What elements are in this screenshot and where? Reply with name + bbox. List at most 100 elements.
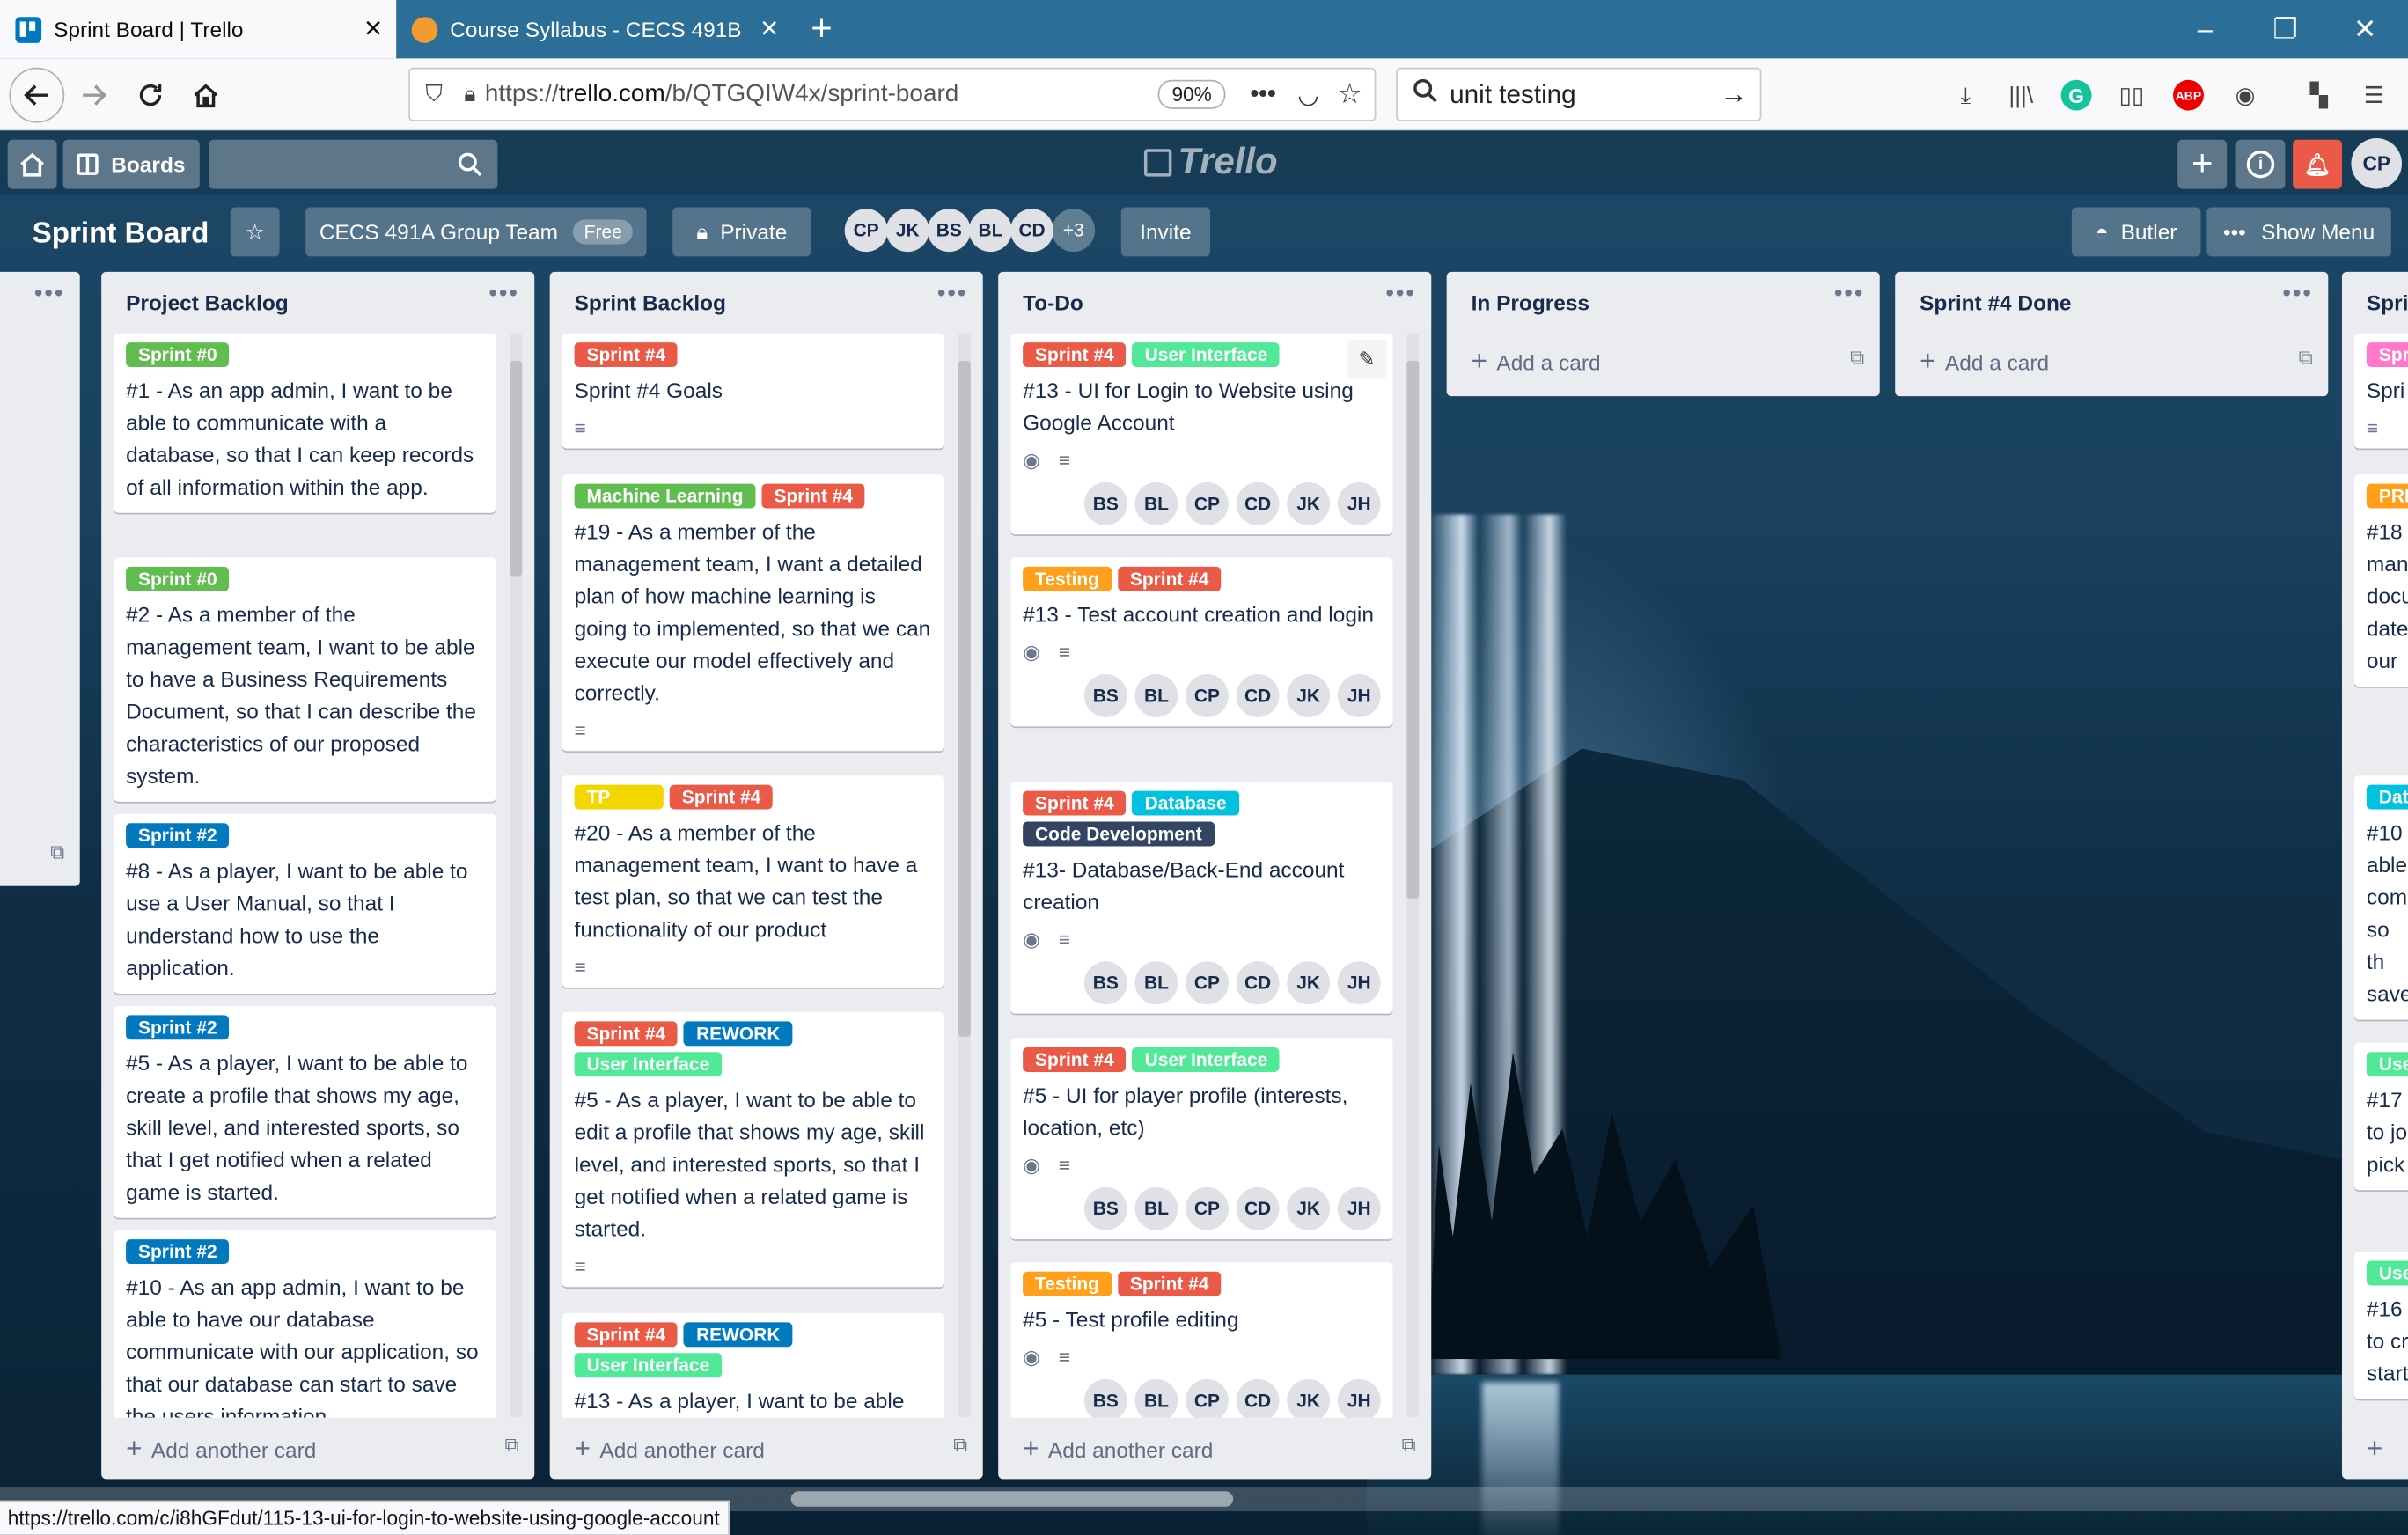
card-label[interactable]: Sprint #2: [126, 1239, 230, 1265]
card-label[interactable]: REWORK: [684, 1021, 793, 1047]
user-avatar[interactable]: CP: [2351, 138, 2403, 189]
card-label[interactable]: TP: [574, 784, 664, 810]
card[interactable]: Sprint #2 #5 - As a player, I want to be…: [114, 1005, 496, 1218]
list-menu-icon[interactable]: •••: [488, 281, 519, 308]
card[interactable]: Sprint #2 #8 - As a player, I want to be…: [114, 813, 496, 994]
list-menu-icon[interactable]: •••: [2282, 281, 2313, 308]
card[interactable]: Sprint #4 User Interface #5 - UI for play…: [1010, 1038, 1393, 1240]
home-button[interactable]: [7, 139, 57, 189]
list-title[interactable]: Sprint Backlog: [575, 290, 726, 315]
member-avatar[interactable]: CP: [844, 209, 888, 253]
add-card-button[interactable]: + Add another card: [1023, 1433, 1213, 1465]
card-label[interactable]: PRI: [2366, 483, 2408, 509]
card-template-icon[interactable]: ⧉: [953, 1433, 967, 1458]
board-search-input[interactable]: [209, 139, 498, 189]
downloads-icon[interactable]: ⤓: [1948, 77, 1985, 114]
tab-sprint-board[interactable]: Sprint Board | Trello ×: [0, 0, 397, 59]
add-card-button[interactable]: + Add another card: [575, 1433, 765, 1465]
menu-icon[interactable]: ☰: [2356, 77, 2393, 114]
card-member-avatar[interactable]: CP: [1186, 674, 1229, 717]
card-label[interactable]: Sprint #0: [126, 566, 230, 591]
card-member-avatar[interactable]: CP: [1186, 961, 1229, 1005]
list-menu-icon[interactable]: •••: [34, 281, 65, 308]
card-member-avatar[interactable]: JK: [1287, 961, 1331, 1005]
add-card-button[interactable]: + Add a card: [1472, 346, 1601, 378]
zoom-indicator[interactable]: 90%: [1157, 79, 1226, 109]
card-label[interactable]: Database: [1132, 790, 1239, 816]
list-scrollbar[interactable]: [510, 333, 523, 1418]
notifications-button[interactable]: 🔔︎: [2293, 139, 2342, 189]
card-member-avatar[interactable]: BS: [1083, 961, 1127, 1005]
reload-icon[interactable]: [126, 70, 175, 120]
list-title[interactable]: Sprint #4 Done: [1920, 290, 2071, 315]
show-menu-button[interactable]: ••• Show Menu: [2206, 207, 2391, 257]
scrollbar-thumb[interactable]: [958, 361, 971, 1037]
card-template-icon[interactable]: ⧉: [50, 840, 64, 864]
card-member-avatar[interactable]: JK: [1287, 674, 1331, 717]
card-label[interactable]: Dat: [2366, 784, 2408, 810]
member-avatar[interactable]: CD: [1010, 209, 1054, 253]
scrollbar-thumb[interactable]: [790, 1491, 1234, 1507]
create-button[interactable]: +: [2177, 139, 2228, 189]
card[interactable]: PRIMP #18 man docu date our: [2353, 474, 2408, 687]
card-member-avatar[interactable]: CD: [1236, 674, 1280, 717]
card[interactable]: Spr Spri ≡: [2353, 333, 2408, 449]
card[interactable]: Sprint #2 #10 - As an app admin, I want …: [114, 1230, 496, 1418]
board-title[interactable]: Sprint Board: [33, 210, 209, 260]
card-member-avatar[interactable]: JK: [1287, 1378, 1331, 1418]
card-label[interactable]: Sprint #4: [574, 1322, 679, 1348]
page-actions-icon[interactable]: •••: [1250, 81, 1275, 108]
more-members-button[interactable]: +3: [1052, 209, 1096, 253]
card-member-avatar[interactable]: BS: [1083, 481, 1127, 525]
card-member-avatar[interactable]: BS: [1083, 1186, 1127, 1230]
forward-icon[interactable]: [70, 70, 119, 120]
close-tab-icon[interactable]: ×: [350, 11, 396, 47]
card-label[interactable]: Spr: [2366, 342, 2408, 368]
card-label[interactable]: Sprint #4: [1023, 1047, 1127, 1072]
tab-course-syllabus[interactable]: Course Syllabus - CECS 491B Sc ×: [396, 0, 792, 58]
card[interactable]: Sprint #4 User Interface ✎ #13 - UI for L…: [1010, 333, 1393, 535]
boards-button[interactable]: Boards: [62, 139, 200, 189]
card[interactable]: Sprint #0 #2 - As a member of the manage…: [114, 557, 496, 802]
card[interactable]: Sprint #4 REWORK User Interface #5 - As a …: [562, 1011, 945, 1288]
search-bar[interactable]: unit testing →: [1396, 67, 1762, 121]
card[interactable]: Machine Learning Sprint #4 #19 - As a mem…: [562, 474, 945, 752]
card[interactable]: Use #16 to cr start: [2353, 1252, 2408, 1399]
card-label[interactable]: Sprint #0: [126, 342, 230, 368]
card-member-avatar[interactable]: JH: [1337, 674, 1381, 717]
card-member-avatar[interactable]: BL: [1134, 674, 1178, 717]
member-avatar[interactable]: JK: [885, 209, 929, 253]
add-card-button[interactable]: +: [2367, 1433, 2382, 1465]
card[interactable]: Sprint #0 #1 - As an app admin, I want t…: [114, 333, 496, 513]
scrollbar-thumb[interactable]: [1406, 361, 1420, 899]
member-avatar[interactable]: BL: [969, 209, 1012, 253]
list-menu-icon[interactable]: •••: [937, 281, 968, 308]
list-title[interactable]: In Progress: [1472, 290, 1589, 315]
card-member-avatar[interactable]: CP: [1186, 1186, 1229, 1230]
card[interactable]: Use #17 to jo pick: [2353, 1042, 2408, 1191]
card-template-icon[interactable]: ⧉: [505, 1433, 519, 1458]
extensions-icon[interactable]: ▚: [2301, 77, 2338, 114]
back-icon[interactable]: [9, 67, 65, 123]
reader-view-icon[interactable]: ▯▯: [2113, 77, 2150, 114]
trello-logo[interactable]: Trello: [1143, 142, 1278, 185]
card-label[interactable]: Testing: [1023, 566, 1112, 591]
bookmark-star-icon[interactable]: ☆: [1338, 78, 1362, 111]
card-member-avatar[interactable]: JH: [1337, 961, 1381, 1005]
butler-button[interactable]: ◓ Butler: [2071, 207, 2201, 257]
card-label[interactable]: Machine Learning: [574, 483, 756, 509]
card-member-avatar[interactable]: BL: [1134, 1378, 1178, 1418]
tracking-shield-icon[interactable]: ⛉: [425, 81, 443, 107]
card-label[interactable]: REWORK: [684, 1322, 793, 1348]
add-card-button[interactable]: + Add a card: [1920, 346, 2049, 378]
library-icon[interactable]: |||\: [2002, 77, 2039, 114]
address-bar[interactable]: ⛉ 🔒︎ https://trello.com/b/QTGQIW4x/sprin…: [408, 67, 1377, 121]
star-board-button[interactable]: ☆: [230, 207, 280, 257]
close-tab-icon[interactable]: ×: [746, 11, 792, 47]
info-button[interactable]: i: [2235, 139, 2286, 189]
visibility-button[interactable]: 🔒︎ Private: [672, 207, 811, 257]
list-menu-icon[interactable]: •••: [1834, 281, 1865, 308]
card-member-avatar[interactable]: JH: [1337, 1378, 1381, 1418]
list-title[interactable]: To-Do: [1023, 290, 1083, 315]
card-member-avatar[interactable]: BL: [1134, 1186, 1178, 1230]
